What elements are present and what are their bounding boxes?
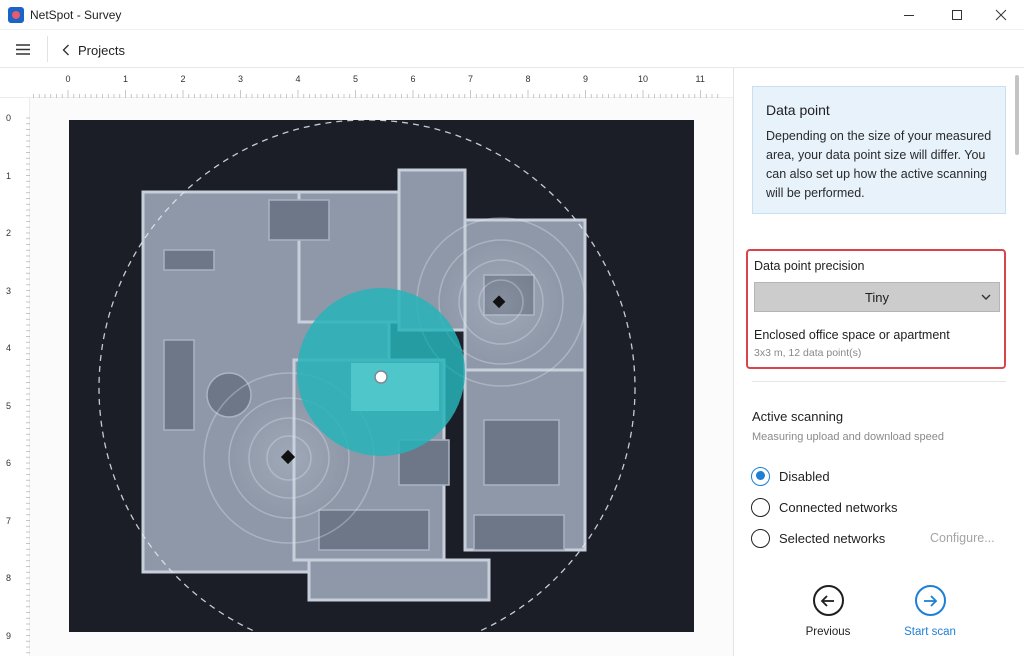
maximize-button[interactable]: [934, 0, 980, 30]
ruler-x-label: 5: [353, 74, 359, 84]
ruler-y-label: 8: [6, 573, 12, 583]
area-type-title: Enclosed office space or apartment: [754, 328, 950, 342]
radio-disabled-label: Disabled: [779, 468, 830, 484]
ruler-horizontal: 0 1 2 3 4 5 6 7 8 9 10 11: [0, 68, 733, 98]
configure-link[interactable]: Configure...: [930, 531, 995, 545]
close-button[interactable]: [978, 0, 1024, 30]
previous-button[interactable]: Previous: [788, 585, 868, 645]
toolbar: Projects: [0, 30, 1024, 68]
ruler-vertical: 0 1 2 3 4 5 6 7 8 9: [0, 98, 30, 656]
ruler-x-label: 10: [638, 74, 649, 84]
minimize-button[interactable]: [886, 0, 932, 30]
ruler-x-label: 3: [238, 74, 244, 84]
panel-scrollbar[interactable]: [1015, 75, 1019, 155]
radio-selected-label: Selected networks: [779, 530, 886, 546]
back-link-label: Projects: [78, 42, 125, 58]
ruler-x-label: 6: [410, 74, 416, 84]
area-type-details: 3x3 m, 12 data point(s): [754, 347, 862, 359]
chevron-down-icon: [981, 294, 991, 300]
ruler-y-label: 0: [6, 113, 12, 123]
radio-button-icon[interactable]: [751, 497, 770, 517]
previous-label: Previous: [805, 626, 851, 638]
minimize-icon: [904, 15, 914, 16]
ruler-y-label: 4: [6, 343, 12, 353]
netspot-app-icon: [8, 7, 24, 23]
window-title: NetSpot - Survey: [30, 8, 122, 22]
arrow-left-icon: [812, 585, 844, 616]
ruler-y-label: 7: [6, 515, 12, 526]
info-title: Data point: [766, 102, 830, 118]
precision-dropdown[interactable]: Tiny: [754, 282, 1000, 312]
chevron-left-icon: [62, 44, 69, 56]
precision-section: Data point precision Tiny Enclosed offic…: [746, 249, 1006, 369]
active-scanning-title: Active scanning: [752, 409, 844, 424]
toolbar-separator: [47, 36, 48, 62]
ruler-x-label: 0: [65, 74, 71, 84]
ruler-y-label: 6: [6, 458, 12, 468]
back-to-projects-link[interactable]: Projects: [62, 40, 125, 60]
ruler-y-label: 2: [6, 228, 12, 238]
panel-divider: [752, 381, 1006, 382]
ruler-y-label: 5: [6, 400, 12, 411]
start-scan-label: Start scan: [904, 626, 956, 638]
radio-connected-networks[interactable]: Connected networks: [751, 496, 898, 518]
floor-plan[interactable]: [69, 120, 694, 632]
precision-label: Data point precision: [754, 259, 865, 273]
maximize-icon: [952, 10, 962, 20]
survey-canvas[interactable]: 0 1 2 3 4 5 6 7 8 9 10 11 0 1 2 3 4 5 6 7 8 9: [0, 68, 734, 656]
close-icon: [995, 9, 1007, 21]
start-scan-button[interactable]: Start scan: [890, 585, 970, 645]
settings-panel: Data point Depending on the size of your…: [735, 68, 1024, 656]
arrow-right-icon: [914, 585, 946, 616]
floor-plan-drawing: [69, 120, 694, 632]
ruler-x-label: 1: [123, 74, 129, 84]
ruler-x-label: 7: [468, 74, 474, 84]
ruler-y-label: 9: [6, 630, 12, 641]
radio-connected-label: Connected networks: [779, 499, 898, 515]
title-bar: NetSpot - Survey: [0, 0, 1024, 30]
ruler-y-label: 3: [6, 285, 12, 296]
info-box: Data point Depending on the size of your…: [752, 86, 1006, 214]
ruler-x-label: 9: [583, 74, 589, 84]
radio-button-icon[interactable]: [751, 528, 770, 548]
ruler-x-label: 8: [525, 74, 531, 84]
ruler-x-label: 4: [295, 74, 301, 84]
radio-button-checked-icon[interactable]: [751, 466, 770, 486]
active-scanning-subtitle: Measuring upload and download speed: [752, 431, 945, 443]
precision-selected-value: Tiny: [864, 289, 890, 305]
radio-selected-networks[interactable]: Selected networks: [751, 527, 885, 549]
info-text: Depending on the size of your measured a…: [766, 129, 992, 200]
hamburger-menu-icon[interactable]: [12, 39, 34, 59]
ruler-x-label: 11: [695, 74, 705, 84]
radio-disabled[interactable]: Disabled: [751, 465, 830, 487]
ruler-x-label: 2: [180, 74, 186, 84]
ruler-y-label: 1: [6, 170, 12, 181]
